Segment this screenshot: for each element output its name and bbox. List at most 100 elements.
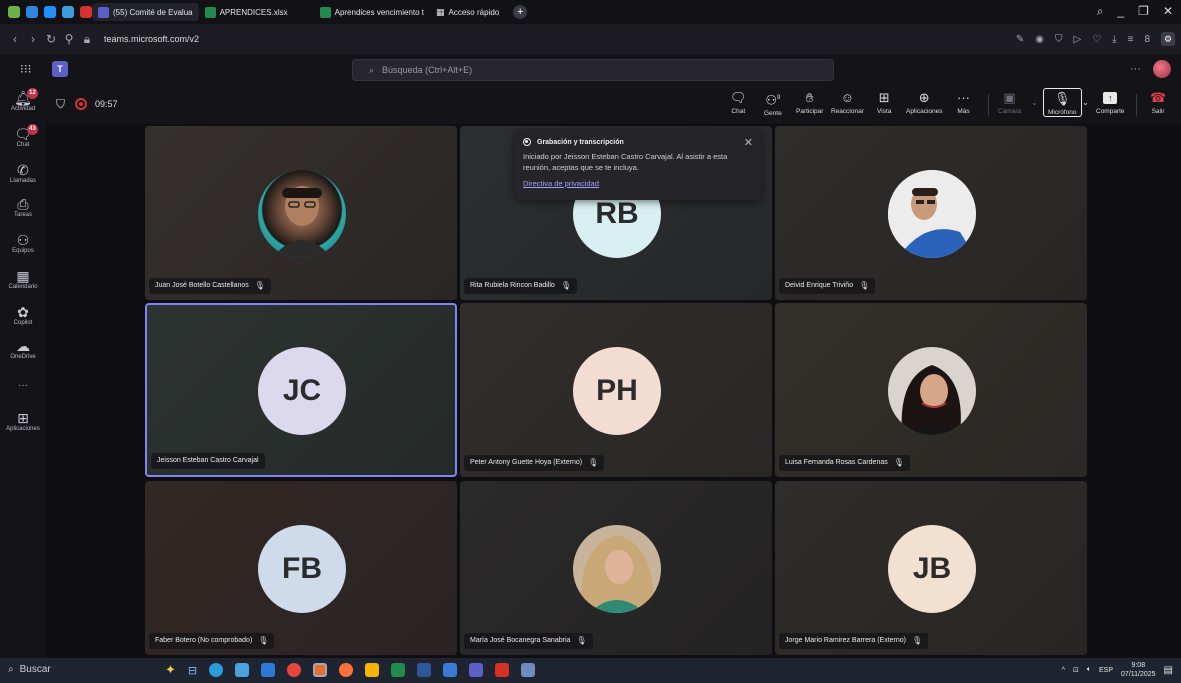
store-icon[interactable] [235, 663, 250, 677]
person-silhouette-icon [272, 186, 332, 258]
rail-item-apps[interactable]: ⊞ Aplicaciones [0, 410, 46, 432]
menu-icon[interactable]: ≡ [1128, 34, 1134, 45]
participant-tile-active-speaker[interactable]: JC Jeisson Esteban Castro Carvajal [145, 303, 457, 477]
apps-label: Aplicaciones [906, 108, 943, 115]
participant-tile[interactable]: Juan José Botello Castellanos 🎙︎ [145, 126, 457, 300]
rail-item-teams[interactable]: ⚇ Equipos [0, 232, 46, 254]
participant-name-tag: Juan José Botello Castellanos 🎙︎ [149, 278, 271, 294]
people-button[interactable]: ⚇9 Gente [764, 90, 782, 117]
language-indicator[interactable]: ESP [1099, 667, 1113, 674]
microphone-button[interactable]: 🎙︎ Micrófono [1043, 88, 1082, 117]
volume-icon[interactable]: 🔈︎ [1087, 666, 1091, 674]
clock[interactable]: 9:08 07/11/2025 [1121, 661, 1156, 679]
react-button[interactable]: ☺ Reaccionar [831, 90, 864, 115]
app-icon[interactable] [521, 663, 536, 677]
url-field[interactable]: teams.microsoft.com/v2 [104, 34, 199, 44]
taskbar-search[interactable]: ⌕ Buscar [8, 664, 51, 675]
search-icon[interactable]: ⌕ [1097, 4, 1104, 19]
browser-tab[interactable]: ▦ Acceso rápido [430, 3, 505, 21]
participant-tile[interactable]: FB Faber Botero (No comprobado) 🎙︎ [145, 481, 457, 655]
brave-icon[interactable] [313, 663, 328, 677]
site-info-icon[interactable]: ⚲ [60, 32, 78, 46]
leave-button[interactable]: ☎︎ Salir [1150, 90, 1166, 115]
pinned-tab-icon[interactable] [8, 6, 20, 18]
camera-button[interactable]: ▣ Cámara [998, 90, 1021, 115]
view-label: Vista [877, 108, 892, 115]
mail-icon[interactable] [261, 663, 276, 677]
calculator-icon[interactable] [443, 663, 458, 677]
more-button[interactable]: ··· Más [957, 90, 970, 115]
download-icon[interactable]: ⤓ [1112, 34, 1116, 45]
browser-tab[interactable]: (55) Comité de Evalua [92, 3, 199, 21]
pinned-tab-icon[interactable] [62, 6, 74, 18]
heart-icon[interactable]: ♡ [1092, 34, 1101, 45]
shield-icon[interactable]: ⛉ [1055, 34, 1063, 45]
new-tab-button[interactable]: + [513, 5, 528, 19]
pdf-icon[interactable] [495, 663, 510, 677]
rail-item-onedrive[interactable]: ☁︎ OneDrive [0, 338, 46, 360]
copilot-sparkle-icon[interactable]: ✦ [165, 662, 176, 678]
browser-tab[interactable]: Aprendices vencimiento t [314, 3, 430, 21]
gmail-icon[interactable] [80, 6, 92, 18]
chevron-down-icon[interactable]: ⌄ [1082, 98, 1089, 107]
user-avatar[interactable] [1153, 60, 1171, 78]
share-icon: ↑ [1103, 92, 1118, 104]
raise-hand-button[interactable]: ✋︎ Participar [796, 90, 823, 115]
shield-icon[interactable]: ⛉ [56, 97, 65, 112]
firefox-icon[interactable] [339, 663, 354, 677]
file-explorer-icon[interactable] [365, 663, 380, 677]
extension-icon[interactable]: ⚙ [1161, 32, 1175, 46]
view-button[interactable]: ⊞ Vista [877, 90, 891, 115]
chevron-up-icon[interactable]: ^ [1062, 667, 1065, 674]
rail-item-calendar[interactable]: ▦ Calendario [0, 268, 46, 290]
forward-icon[interactable]: › [24, 32, 42, 46]
chat-button[interactable]: 🗨︎ Chat [730, 90, 747, 115]
rail-item-chat[interactable]: 🗨︎ 43 Chat [0, 124, 46, 148]
edit-icon[interactable]: ✎ [1016, 34, 1024, 45]
people-icon: ⚇9 [765, 92, 781, 108]
participant-tile[interactable]: JB Jorge Mario Ramirez Barrera (Externo)… [775, 481, 1087, 655]
play-icon[interactable]: ▷ [1074, 34, 1082, 45]
teams-icon[interactable] [469, 663, 484, 677]
close-icon[interactable]: ✕ [1163, 4, 1173, 19]
participant-tile[interactable]: María José Bocanegra Sanabria 🎙︎ [460, 481, 772, 655]
apps-button[interactable]: ⊕ Aplicaciones [906, 90, 943, 115]
pinned-tabs [0, 6, 92, 18]
close-icon[interactable]: ✕ [744, 136, 753, 149]
recording-indicator-icon[interactable] [75, 98, 87, 110]
rail-item-activity[interactable]: 🔔︎ 12 Actividad [0, 88, 46, 112]
search-input[interactable]: ⌕ Búsqueda (Ctrl+Alt+E) [352, 59, 834, 81]
taskbar-search-label: Buscar [19, 664, 51, 675]
participant-tile[interactable]: PH Peter Antony Guette Hoya (Externo) 🎙︎ [460, 303, 772, 477]
app-launcher-icon[interactable]: ⁝⁝⁝ [20, 62, 42, 76]
system-tray: ^ ⊡ 🔈︎ ESP 9:08 07/11/2025 ▤ [1062, 661, 1173, 679]
back-icon[interactable]: ‹ [6, 32, 24, 46]
rail-item-more[interactable]: ··· [0, 380, 46, 391]
participant-tile[interactable]: Deivid Enrique Triviño 🎙︎ [775, 126, 1087, 300]
chevron-down-icon[interactable]: ⌄ [1031, 98, 1038, 107]
rail-item-calls[interactable]: ✆ Llamadas [0, 162, 46, 184]
share-button[interactable]: ↑ Comparte [1096, 90, 1125, 115]
pinned-tab-icon[interactable] [26, 6, 38, 18]
task-view-icon[interactable]: ⊟ [188, 664, 197, 677]
profile-icon[interactable]: 8 [1144, 34, 1150, 45]
chrome-icon[interactable] [287, 663, 302, 677]
restore-icon[interactable]: ❐ [1138, 4, 1149, 19]
word-icon[interactable] [417, 663, 432, 677]
teams-top-bar: ⁝⁝⁝ T ⌕ Búsqueda (Ctrl+Alt+E) ··· [0, 54, 1181, 84]
browser-tab[interactable]: APRENDICES.xlsx [199, 3, 294, 21]
rail-item-tasks[interactable]: ⎙ Tareas [0, 196, 46, 218]
excel-icon[interactable] [391, 663, 406, 677]
camera-icon[interactable]: ◉ [1035, 34, 1044, 45]
reload-icon[interactable]: ↻ [42, 32, 60, 46]
pinned-tab-icon[interactable] [44, 6, 56, 18]
rail-item-copilot[interactable]: ✿ Copilot [0, 304, 46, 326]
recording-title-text: Grabación y transcripción [537, 138, 624, 146]
participant-tile[interactable]: Luisa Fernanda Rosas Cardenas 🎙︎ [775, 303, 1087, 477]
notifications-icon[interactable]: ▤ [1164, 665, 1173, 676]
edge-icon[interactable] [209, 663, 224, 677]
privacy-policy-link[interactable]: Directiva de privacidad [523, 179, 599, 188]
more-options-button[interactable]: ··· [1130, 63, 1141, 75]
minimize-icon[interactable]: _ [1117, 4, 1124, 19]
network-icon[interactable]: ⊡ [1073, 666, 1079, 674]
